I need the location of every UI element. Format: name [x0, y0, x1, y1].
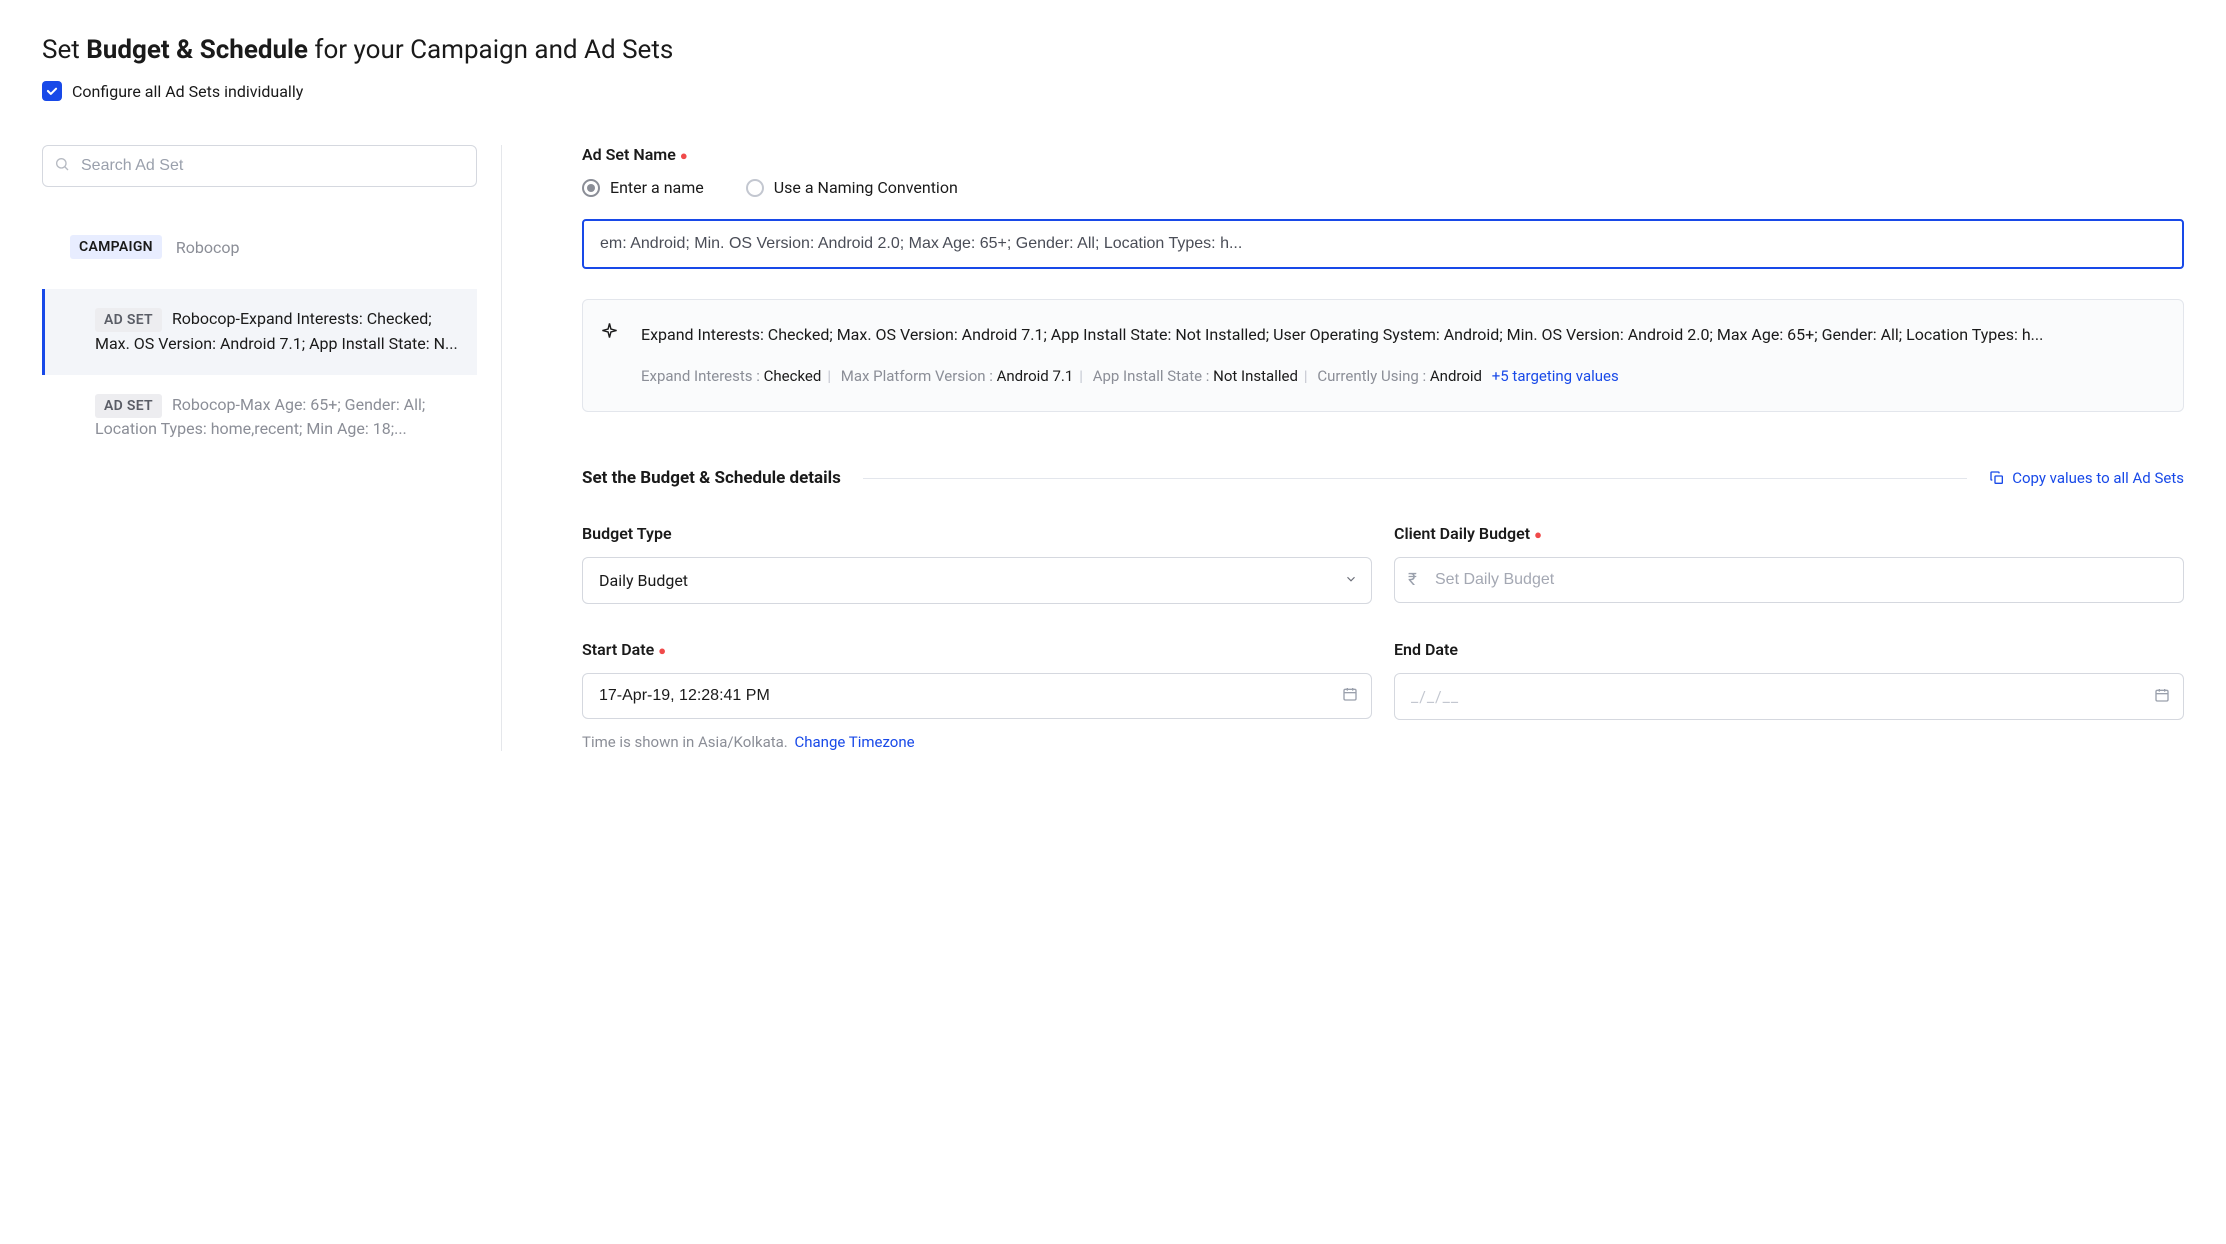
adset-tag: AD SET [95, 308, 162, 332]
radio-icon [582, 179, 600, 197]
target-icon [601, 322, 618, 343]
copy-icon [1989, 470, 2005, 486]
page-title: Set Budget & Schedule for your Campaign … [42, 35, 2184, 65]
targeting-details: Expand Interests : Checked| Max Platform… [641, 364, 2161, 390]
radio-icon [746, 179, 764, 197]
required-dot: ● [658, 644, 666, 659]
start-date-label: Start Date● [582, 640, 1372, 659]
adset-item[interactable]: AD SETRobocop-Max Age: 65+; Gender: All;… [42, 375, 477, 461]
title-bold: Budget & Schedule [86, 35, 308, 65]
search-input[interactable] [42, 145, 477, 187]
radio-enter-name[interactable]: Enter a name [582, 178, 704, 197]
required-dot: ● [1534, 528, 1542, 543]
adset-tag: AD SET [95, 394, 162, 418]
configure-all-checkbox[interactable] [42, 81, 62, 101]
radio-naming-convention[interactable]: Use a Naming Convention [746, 178, 958, 197]
divider [863, 478, 1967, 479]
more-targeting-link[interactable]: +5 targeting values [1492, 367, 1619, 385]
end-date-label: End Date [1394, 640, 2184, 659]
end-date-input[interactable]: _/_/__ [1394, 673, 2184, 720]
search-icon [54, 156, 70, 176]
change-timezone-link[interactable]: Change Timezone [794, 733, 914, 751]
targeting-summary-text: Expand Interests: Checked; Max. OS Versi… [641, 322, 2161, 348]
configure-all-label: Configure all Ad Sets individually [72, 82, 303, 101]
client-budget-label: Client Daily Budget● [1394, 524, 2184, 543]
start-date-input[interactable] [582, 673, 1372, 719]
campaign-row[interactable]: CAMPAIGN Robocop [42, 235, 477, 259]
adset-name-label: Ad Set Name● [582, 145, 2184, 164]
budget-section-title: Set the Budget & Schedule details [582, 468, 841, 488]
content-panel: Ad Set Name● Enter a name Use a Naming C… [502, 145, 2184, 751]
required-dot: ● [680, 149, 688, 164]
currency-symbol: ₹ [1408, 570, 1417, 590]
sidebar: CAMPAIGN Robocop AD SETRobocop-Expand In… [42, 145, 502, 751]
title-pre: Set [42, 35, 86, 65]
campaign-name: Robocop [176, 238, 240, 257]
campaign-tag: CAMPAIGN [70, 235, 162, 259]
check-icon [45, 84, 59, 98]
budget-type-select[interactable]: Daily Budget [582, 557, 1372, 604]
radio-label: Enter a name [610, 178, 704, 197]
radio-label: Use a Naming Convention [774, 178, 958, 197]
timezone-note: Time is shown in Asia/Kolkata. Change Ti… [582, 733, 1372, 751]
budget-type-label: Budget Type [582, 524, 1372, 543]
title-post: for your Campaign and Ad Sets [308, 35, 673, 65]
targeting-summary-box: Expand Interests: Checked; Max. OS Versi… [582, 299, 2184, 412]
adset-name-input[interactable] [582, 219, 2184, 269]
adset-item[interactable]: AD SETRobocop-Expand Interests: Checked;… [42, 289, 477, 375]
copy-values-link[interactable]: Copy values to all Ad Sets [1989, 469, 2184, 487]
client-budget-input[interactable] [1394, 557, 2184, 603]
